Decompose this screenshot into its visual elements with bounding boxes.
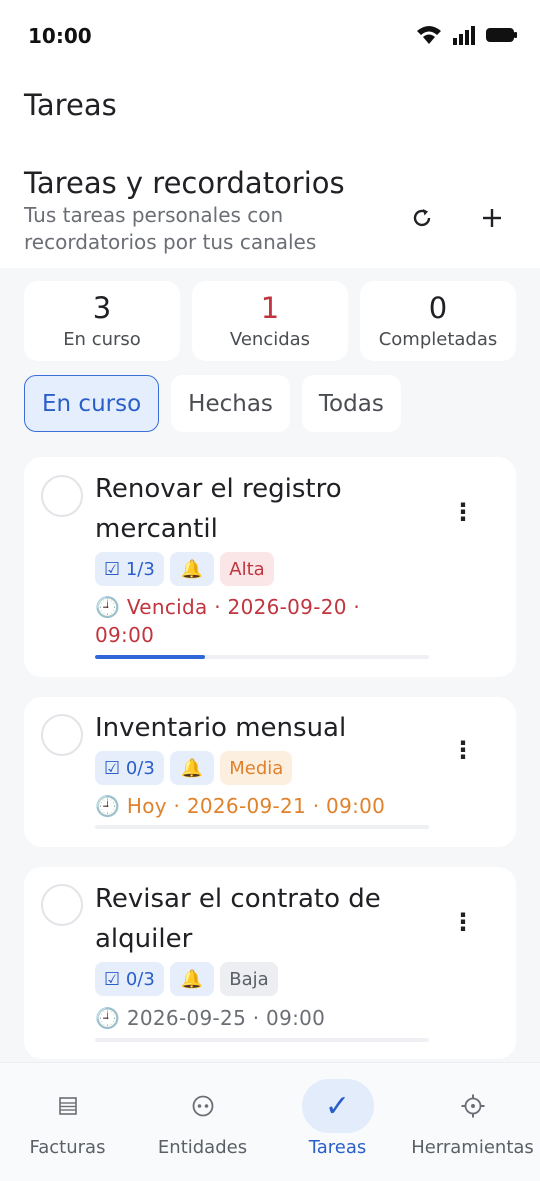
task-due-date: 🕘 2026-09-25 · 09:00 <box>95 1006 326 1030</box>
bell-icon: 🔔 <box>169 552 215 586</box>
subtask-count-badge: ☑ 0/3 <box>95 751 164 785</box>
check-icon: ✓ <box>301 1079 374 1133</box>
nav-item-tareas[interactable]: ✓ Tareas <box>270 1063 405 1181</box>
wifi-icon <box>417 26 441 44</box>
task-card[interactable]: Revisar el contrato de alquiler ⋮ ☑ 0/3 … <box>24 867 516 1059</box>
nav-label: Herramientas <box>411 1137 534 1158</box>
task-progress-bar <box>95 655 429 659</box>
section-subtitle: Tus tareas personales con recordatorios … <box>24 203 317 254</box>
stat-label: Completadas <box>378 329 498 350</box>
filter-chip-hechas[interactable]: Hechas <box>171 375 290 432</box>
bottom-navigation: Facturas Entidades ✓ Tareas Herramientas <box>0 1062 540 1181</box>
filter-chips: En curso Hechas Todas <box>24 375 401 432</box>
task-checkbox[interactable] <box>41 884 83 926</box>
filter-chip-todas[interactable]: Todas <box>301 375 401 432</box>
filter-chip-en-curso[interactable]: En curso <box>24 375 160 432</box>
stat-value: 0 <box>428 291 448 325</box>
stat-label: Vencidas <box>229 329 311 350</box>
stat-label: En curso <box>63 329 141 350</box>
tools-icon <box>437 1079 509 1133</box>
task-checkbox[interactable] <box>41 475 83 517</box>
header: Tareas Tareas y recordatorios Tus tareas… <box>0 72 540 268</box>
task-title: Inventario mensual <box>95 713 347 743</box>
status-bar: 10:00 <box>0 0 540 72</box>
battery-icon <box>486 28 517 42</box>
nav-item-entidades[interactable]: Entidades <box>135 1063 270 1181</box>
bell-icon: 🔔 <box>169 751 215 785</box>
stat-overdue: 1 Vencidas <box>192 281 348 361</box>
task-badges: ☑ 0/3 🔔 Media <box>95 751 293 785</box>
task-badges: ☑ 1/3 🔔 Alta <box>95 552 274 586</box>
priority-badge: Media <box>220 751 293 785</box>
subtask-count-badge: ☑ 0/3 <box>95 962 164 996</box>
priority-badge: Baja <box>220 962 278 996</box>
page-title: Tareas <box>24 88 117 122</box>
refresh-icon <box>413 209 431 227</box>
invoice-icon <box>32 1079 104 1133</box>
nav-item-facturas[interactable]: Facturas <box>0 1063 135 1181</box>
add-task-button[interactable] <box>472 198 512 238</box>
entities-icon <box>167 1079 239 1133</box>
task-checkbox[interactable] <box>41 714 83 756</box>
task-title: Revisar el contrato de alquiler <box>95 884 381 954</box>
stats-row: 3 En curso 1 Vencidas 0 Completadas <box>24 281 516 361</box>
more-options-button[interactable]: ⋮ <box>450 497 476 527</box>
nav-label: Facturas <box>29 1137 106 1158</box>
status-icons <box>416 24 518 46</box>
subtask-count-badge: ☑ 1/3 <box>95 552 164 586</box>
status-time: 10:00 <box>28 24 92 48</box>
nav-label: Entidades <box>157 1137 248 1158</box>
task-due-date: 🕘 Hoy · 2026-09-21 · 09:00 <box>95 794 386 818</box>
priority-badge: Alta <box>220 552 274 586</box>
refresh-button[interactable] <box>402 198 442 238</box>
task-due-date: 🕘 Vencida · 2026-09-20 · 09:00 <box>95 595 361 647</box>
nav-item-herramientas[interactable]: Herramientas <box>405 1063 540 1181</box>
stat-in-progress: 3 En curso <box>24 281 180 361</box>
task-card[interactable]: Inventario mensual ⋮ ☑ 0/3 🔔 Media 🕘 Hoy… <box>24 697 516 847</box>
bell-icon: 🔔 <box>169 962 215 996</box>
stat-value: 3 <box>92 291 112 325</box>
task-title: Renovar el registro mercantil <box>95 474 342 544</box>
nav-label: Tareas <box>308 1137 367 1158</box>
task-progress-bar <box>95 825 429 829</box>
stat-value: 1 <box>260 291 280 325</box>
stat-completed: 0 Completadas <box>360 281 516 361</box>
more-options-button[interactable]: ⋮ <box>450 907 476 937</box>
more-options-button[interactable]: ⋮ <box>450 735 476 765</box>
task-progress-fill <box>95 655 206 659</box>
signal-icon <box>453 26 475 45</box>
add-icon <box>483 209 501 227</box>
task-progress-bar <box>95 1038 429 1042</box>
task-card[interactable]: Renovar el registro mercantil ⋮ ☑ 1/3 🔔 … <box>24 457 516 677</box>
section-title: Tareas y recordatorios <box>24 166 345 200</box>
task-badges: ☑ 0/3 🔔 Baja <box>95 962 278 996</box>
